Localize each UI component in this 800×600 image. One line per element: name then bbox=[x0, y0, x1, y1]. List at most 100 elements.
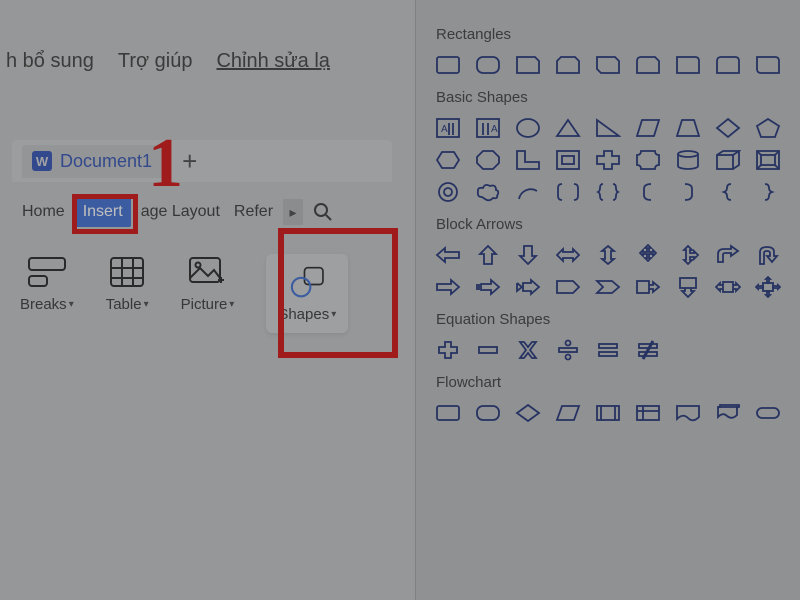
shape-rect[interactable] bbox=[434, 53, 462, 77]
shape-plaque[interactable] bbox=[634, 148, 662, 172]
shape-multiply[interactable] bbox=[514, 338, 542, 362]
svg-text:A: A bbox=[491, 124, 498, 135]
document-tab[interactable]: W Document1 bbox=[22, 145, 162, 178]
shape-cloud[interactable] bbox=[474, 180, 502, 204]
shape-pentagon[interactable] bbox=[754, 116, 782, 140]
shape-arc[interactable] bbox=[514, 180, 542, 204]
shape-round2-rect[interactable] bbox=[714, 53, 742, 77]
shape-can[interactable] bbox=[674, 148, 702, 172]
picture-button[interactable]: Picture▾ bbox=[181, 254, 235, 313]
shape-divide[interactable] bbox=[554, 338, 582, 362]
shape-frame[interactable] bbox=[554, 148, 582, 172]
shape-right-bracket[interactable] bbox=[674, 180, 702, 204]
breaks-icon bbox=[26, 254, 68, 290]
search-icon[interactable] bbox=[313, 202, 333, 222]
tab-home[interactable]: Home bbox=[18, 197, 69, 227]
shape-bracket-pair[interactable] bbox=[554, 180, 582, 204]
row-flowchart bbox=[434, 401, 782, 425]
shape-snip-diag-rect[interactable] bbox=[594, 53, 622, 77]
row-basic-2 bbox=[434, 148, 782, 172]
caret-down-icon: ▾ bbox=[331, 309, 336, 320]
annotation-number-1: 1 bbox=[148, 124, 183, 204]
table-button[interactable]: Table▾ bbox=[106, 254, 149, 313]
shape-arrow-lud[interactable] bbox=[674, 243, 702, 267]
shape-snip-round-rect[interactable] bbox=[634, 53, 662, 77]
shape-arrow-quad[interactable] bbox=[634, 243, 662, 267]
menu-item[interactable]: Trợ giúp bbox=[118, 50, 193, 80]
shape-triangle[interactable] bbox=[554, 116, 582, 140]
shape-fc-process[interactable] bbox=[434, 401, 462, 425]
shape-arrow-callout-quad[interactable] bbox=[754, 275, 782, 299]
shape-arrow-chevron[interactable] bbox=[594, 275, 622, 299]
shape-textbox[interactable]: A bbox=[434, 116, 462, 140]
shape-left-bracket[interactable] bbox=[634, 180, 662, 204]
shape-trapezoid[interactable] bbox=[674, 116, 702, 140]
shape-fc-alt[interactable] bbox=[474, 401, 502, 425]
shape-fc-terminator[interactable] bbox=[754, 401, 782, 425]
shape-round-diag-rect[interactable] bbox=[754, 53, 782, 77]
shape-parallelogram[interactable] bbox=[634, 116, 662, 140]
shapes-button[interactable]: Shapes▾ bbox=[266, 254, 348, 333]
shape-plus[interactable] bbox=[434, 338, 462, 362]
shape-right-brace[interactable] bbox=[754, 180, 782, 204]
caret-down-icon: ▾ bbox=[229, 299, 234, 310]
shape-round1-rect[interactable] bbox=[674, 53, 702, 77]
shape-cube[interactable] bbox=[714, 148, 742, 172]
row-arrows-2 bbox=[434, 275, 782, 299]
menu-item-edit[interactable]: Chỉnh sửa lạ bbox=[216, 50, 329, 80]
caret-down-icon: ▾ bbox=[69, 299, 74, 310]
row-arrows-1 bbox=[434, 243, 782, 267]
shape-fc-decision[interactable] bbox=[514, 401, 542, 425]
shape-brace-pair[interactable] bbox=[594, 180, 622, 204]
shape-arrow-right[interactable] bbox=[434, 275, 462, 299]
shape-textbox-v[interactable]: A bbox=[474, 116, 502, 140]
category-equation: Equation Shapes bbox=[436, 311, 782, 328]
tab-insert[interactable]: Insert bbox=[75, 197, 131, 227]
shape-arrow-lr[interactable] bbox=[554, 243, 582, 267]
shape-hexagon[interactable] bbox=[434, 148, 462, 172]
row-basic-3 bbox=[434, 180, 782, 204]
shape-arrow-notched[interactable] bbox=[514, 275, 542, 299]
breaks-button[interactable]: Breaks▾ bbox=[20, 254, 74, 313]
category-block-arrows: Block Arrows bbox=[436, 216, 782, 233]
shape-arrow-up[interactable] bbox=[474, 243, 502, 267]
shape-l[interactable] bbox=[514, 148, 542, 172]
shape-fc-multidoc[interactable] bbox=[714, 401, 742, 425]
shape-cross[interactable] bbox=[594, 148, 622, 172]
shape-arrow-callout-lr[interactable] bbox=[714, 275, 742, 299]
shape-diamond[interactable] bbox=[714, 116, 742, 140]
shape-octagon[interactable] bbox=[474, 148, 502, 172]
shape-oval[interactable] bbox=[514, 116, 542, 140]
shape-snip2-rect[interactable] bbox=[554, 53, 582, 77]
shape-arrow-pentagon[interactable] bbox=[554, 275, 582, 299]
shape-fc-document[interactable] bbox=[674, 401, 702, 425]
shape-arrow-uturn[interactable] bbox=[754, 243, 782, 267]
shape-arrow-left[interactable] bbox=[434, 243, 462, 267]
row-basic-1: A A bbox=[434, 116, 782, 140]
shape-arrow-down[interactable] bbox=[514, 243, 542, 267]
shape-snip-rect[interactable] bbox=[514, 53, 542, 77]
shapes-icon bbox=[286, 264, 328, 300]
shape-equal[interactable] bbox=[594, 338, 622, 362]
shape-fc-data[interactable] bbox=[554, 401, 582, 425]
tab-references[interactable]: Refer bbox=[230, 197, 277, 227]
shape-arrow-ud[interactable] bbox=[594, 243, 622, 267]
shape-arrow-callout-r[interactable] bbox=[634, 275, 662, 299]
shape-fc-internal[interactable] bbox=[634, 401, 662, 425]
shape-arrow-bent[interactable] bbox=[714, 243, 742, 267]
shape-arrow-callout-d[interactable] bbox=[674, 275, 702, 299]
shape-donut[interactable] bbox=[434, 180, 462, 204]
breaks-label: Breaks bbox=[20, 296, 67, 313]
shape-bevel[interactable] bbox=[754, 148, 782, 172]
shape-not-equal[interactable] bbox=[634, 338, 662, 362]
table-label: Table bbox=[106, 296, 142, 313]
shape-arrow-striped[interactable] bbox=[474, 275, 502, 299]
shape-right-triangle[interactable] bbox=[594, 116, 622, 140]
shape-left-brace[interactable] bbox=[714, 180, 742, 204]
shape-minus[interactable] bbox=[474, 338, 502, 362]
menu-item[interactable]: h bổ sung bbox=[6, 50, 94, 80]
shapes-panel: Rectangles Basic Shapes A A bbox=[415, 0, 800, 600]
shape-round-rect[interactable] bbox=[474, 53, 502, 77]
shape-fc-predef[interactable] bbox=[594, 401, 622, 425]
tab-scroll-right[interactable]: ▸ bbox=[283, 199, 303, 225]
